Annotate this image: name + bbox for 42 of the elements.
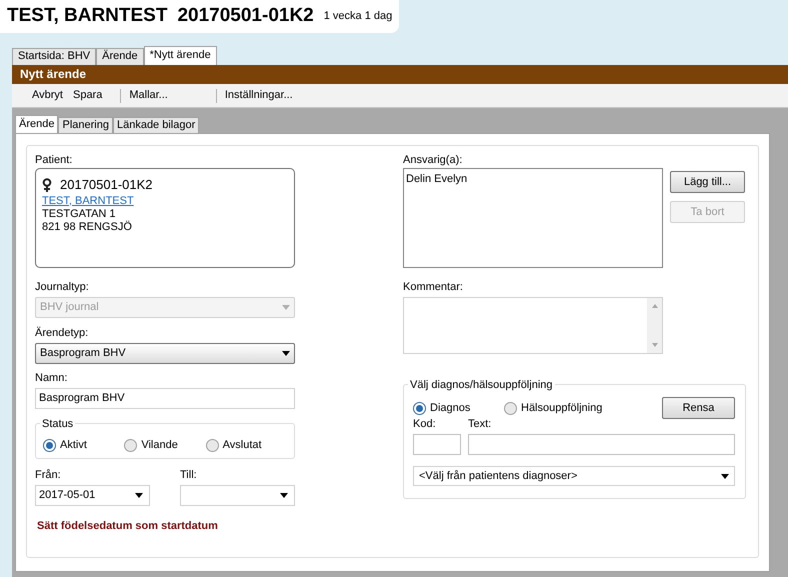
tab[interactable]: Länkade bilagor [112,117,200,133]
field-label: Journaltyp: [35,280,90,294]
field-label: Ansvarig(a): [403,153,464,167]
field-label: Ärendetyp: [35,326,90,340]
panel-title-bar: Nytt ärende [12,65,788,84]
case-type-select[interactable]: Basprogram BHV [35,343,295,364]
address-line: 821 98 RENGSJÖ [42,220,133,234]
from-date-select[interactable]: 2017-05-01 [35,485,150,506]
radio-label: Avslutat [222,438,262,453]
birthdate-link[interactable]: Sätt födelsedatum som startdatum [37,518,218,534]
tab[interactable]: Ärende [15,115,58,133]
toolbar-button[interactable]: Mallar... [129,87,168,104]
toolbar-button[interactable]: Inställningar... [224,87,293,104]
patient-name-link[interactable]: TEST, BARNTEST [42,194,134,208]
field-label: Patient: [35,153,74,167]
field-label: Kod: [413,417,437,431]
radio-label: Aktivt [60,438,87,453]
radio-label: Vilande [141,438,178,453]
group-legend: Välj diagnos/hälsouppföljning [408,377,554,394]
toolbar-button[interactable]: Avbryt [32,87,63,104]
list-item[interactable]: Delin Evelyn [406,171,660,188]
address-line: TESTGATAN 1 [42,208,117,220]
field-label: Från: [35,468,62,482]
radio-label: Diagnos [430,400,470,416]
tab[interactable]: *Nytt ärende [144,46,217,65]
patient-id-heading: 20170501-01K2 [177,4,314,28]
toolbar-button[interactable]: Spara [72,87,102,104]
patient-name-heading: TEST, BARNTEST [7,4,168,28]
radio-label: Hälsouppföljning [521,400,602,416]
age-text: 1 vecka 1 dag [324,9,392,24]
field-label: Kommentar: [403,280,464,294]
diagnosis-select[interactable]: <Välj från patientens diagnoser> [413,466,735,486]
clear-button[interactable]: Rensa [662,397,735,419]
tab[interactable]: Startsida: BHV [12,48,96,65]
name-field[interactable]: Basprogram BHV [35,388,295,409]
tab[interactable]: Ärende [96,48,144,65]
field-label: Till: [180,468,198,482]
list-button[interactable]: Lägg till... [670,171,745,193]
field-label: Text: [468,417,492,431]
tab[interactable]: Planering [58,117,113,133]
field-label: Namn: [35,371,68,385]
patient-id: 20170501-01K2 [60,176,153,194]
